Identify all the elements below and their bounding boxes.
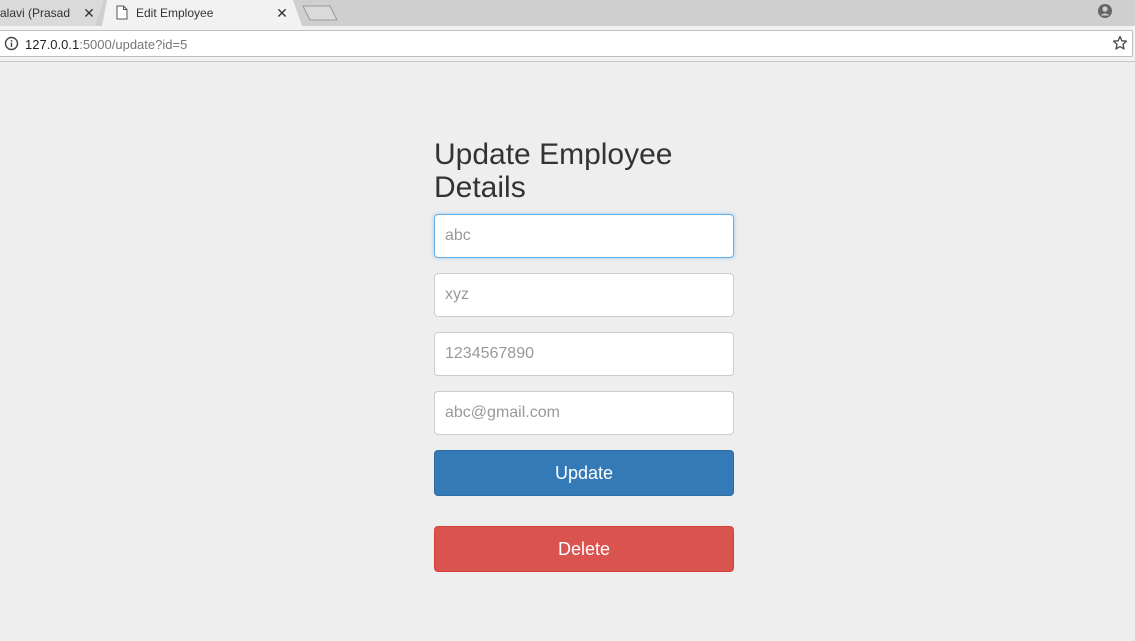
tab-strip: alavi (Prasad D ✕ Edit Employee ✕ — [0, 0, 1135, 26]
tab-title: alavi (Prasad D — [0, 6, 74, 20]
email-input[interactable] — [434, 391, 734, 435]
close-icon[interactable]: ✕ — [274, 5, 290, 21]
info-icon[interactable] — [4, 36, 19, 51]
profile-icon[interactable] — [1097, 3, 1113, 19]
delete-button[interactable]: Delete — [434, 526, 734, 572]
last-name-input[interactable] — [434, 273, 734, 317]
phone-input[interactable] — [434, 332, 734, 376]
tab-edit-employee[interactable]: Edit Employee ✕ — [102, 0, 302, 26]
close-icon[interactable]: ✕ — [81, 5, 97, 21]
update-form: Update Employee Details Update Delete — [434, 138, 734, 572]
url-text: 127.0.0.1:5000/update?id=5 — [25, 37, 187, 52]
star-icon[interactable] — [1112, 35, 1128, 51]
address-bar[interactable]: 127.0.0.1:5000/update?id=5 — [0, 30, 1133, 57]
url-host: 127.0.0.1 — [25, 37, 80, 52]
first-name-input[interactable] — [434, 214, 734, 258]
new-tab-icon[interactable] — [302, 5, 338, 21]
page-title: Update Employee Details — [434, 138, 734, 204]
tab-title: Edit Employee — [136, 6, 214, 20]
page-title-line1: Update Employee — [434, 138, 673, 171]
browser-toolbar: 127.0.0.1:5000/update?id=5 — [0, 26, 1135, 62]
tab-other[interactable]: alavi (Prasad D ✕ — [0, 0, 104, 26]
url-path: :5000/update?id=5 — [79, 37, 188, 52]
update-button[interactable]: Update — [434, 450, 734, 496]
page-icon — [116, 5, 128, 20]
page-title-line2: Details — [434, 171, 526, 204]
